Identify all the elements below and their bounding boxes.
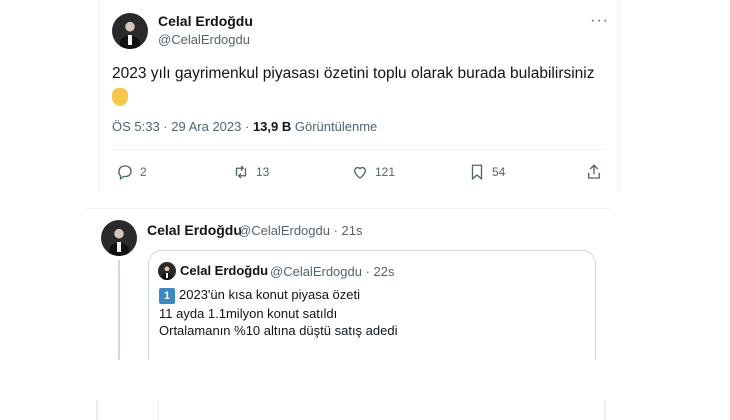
- reply-author-avatar[interactable]: [101, 220, 137, 256]
- reply-count: 2: [140, 165, 147, 179]
- retweet-count: 13: [256, 165, 270, 179]
- bookmark-button[interactable]: 54: [468, 163, 505, 181]
- tweet-meta: ÖS 5:33 · 29 Ara 2023 · 13,9 B Görüntüle…: [112, 119, 377, 134]
- reply-icon: [118, 165, 132, 181]
- quoted-line-3: Ortalamanın %10 altına düştü satış adedi: [159, 323, 398, 338]
- thread-line: [118, 260, 120, 360]
- share-button[interactable]: [585, 163, 603, 181]
- author-avatar[interactable]: [112, 13, 148, 49]
- quoted-line-1: 1 2023'ün kısa konut piyasa özeti: [159, 287, 360, 304]
- more-options-icon[interactable]: ···: [590, 12, 609, 30]
- retweet-icon: [235, 165, 247, 179]
- divider: [112, 149, 606, 150]
- bookmark-count: 54: [492, 165, 506, 179]
- author-name[interactable]: Celal Erdoğdu: [158, 13, 253, 29]
- view-count: 13,9 B: [252, 119, 292, 134]
- quoted-author-avatar: [158, 262, 176, 280]
- crop-edge: [604, 400, 606, 420]
- quoted-author-name: Celal Erdoğdu: [180, 263, 269, 278]
- quoted-author-handle: @CelalErdogdu · 22s: [270, 264, 395, 279]
- keycap-one-icon: 1: [159, 288, 175, 304]
- pointing-down-hand-icon: [112, 88, 128, 106]
- tweet-timestamp[interactable]: ÖS 5:33 · 29 Ara 2023 ·: [112, 119, 249, 134]
- like-button[interactable]: 121: [351, 163, 395, 181]
- reply-author-handle[interactable]: @CelalErdogdu · 21s: [238, 223, 362, 238]
- author-handle[interactable]: @CelalErdogdu: [158, 32, 250, 47]
- tweet-text: 2023 yılı gayrimenkul piyasası özetini t…: [112, 63, 612, 112]
- share-icon: [588, 164, 600, 179]
- bookmark-icon: [471, 164, 483, 181]
- quoted-line-1-text: 2023'ün kısa konut piyasa özeti: [179, 287, 360, 302]
- reply-author-name[interactable]: Celal Erdoğdu: [147, 222, 242, 238]
- blank-area: [0, 360, 730, 420]
- retweet-button[interactable]: 13: [232, 163, 269, 181]
- like-count: 121: [375, 165, 396, 179]
- views-label: Görüntülenme: [294, 119, 378, 134]
- tweet-body: 2023 yılı gayrimenkul piyasası özetini t…: [112, 65, 595, 82]
- reply-button[interactable]: 2: [116, 163, 147, 181]
- quoted-line-2: 11 ayda 1.1milyon konut satıldı: [159, 306, 338, 321]
- crop-edge: [158, 400, 159, 420]
- heart-icon: [354, 166, 366, 179]
- crop-edge: [96, 400, 98, 420]
